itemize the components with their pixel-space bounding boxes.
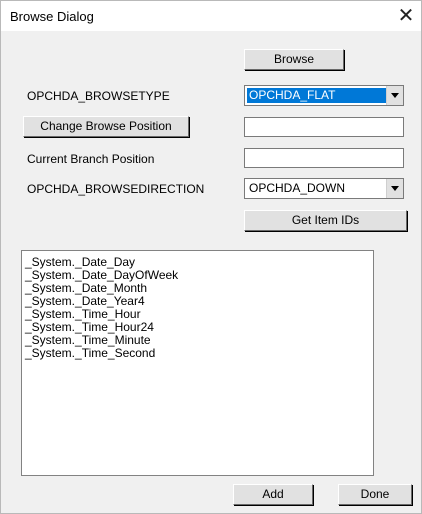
chevron-down-icon <box>391 186 399 191</box>
change-browse-position-button[interactable]: Change Browse Position <box>23 116 189 137</box>
current-branch-input[interactable] <box>244 148 404 168</box>
browse-dialog-window: Browse Dialog ✕ Browse OPCHDA_BROWSETYPE… <box>0 0 422 514</box>
chevron-down-icon <box>391 93 399 98</box>
item-list-items: _System._Date_Day _System._Date_DayOfWeek… <box>22 256 178 360</box>
browsedirection-label: OPCHDA_BROWSEDIRECTION <box>27 182 205 196</box>
add-button[interactable]: Add <box>233 484 313 505</box>
browsedirection-selected-value: OPCHDA_DOWN <box>249 181 346 195</box>
window-title: Browse Dialog <box>10 9 94 24</box>
browsetype-label: OPCHDA_BROWSETYPE <box>27 89 170 103</box>
item-list[interactable]: _System._Date_Day _System._Date_DayOfWeek… <box>21 250 374 476</box>
browsetype-select[interactable]: OPCHDA_FLAT <box>244 85 404 106</box>
list-item[interactable]: _System._Time_Second <box>22 347 178 360</box>
done-button[interactable]: Done <box>338 484 412 505</box>
close-icon[interactable]: ✕ <box>391 1 421 31</box>
browsetype-selected-value: OPCHDA_FLAT <box>247 88 387 103</box>
browsedirection-select[interactable]: OPCHDA_DOWN <box>244 178 404 199</box>
get-item-ids-button[interactable]: Get Item IDs <box>244 210 407 231</box>
browse-position-input[interactable] <box>244 117 404 137</box>
browse-button[interactable]: Browse <box>244 49 344 70</box>
title-bar: Browse Dialog ✕ <box>1 1 421 31</box>
browsedirection-dropdown-button[interactable] <box>386 179 403 198</box>
browsetype-dropdown-button[interactable] <box>386 86 403 105</box>
current-branch-label: Current Branch Position <box>27 152 155 166</box>
